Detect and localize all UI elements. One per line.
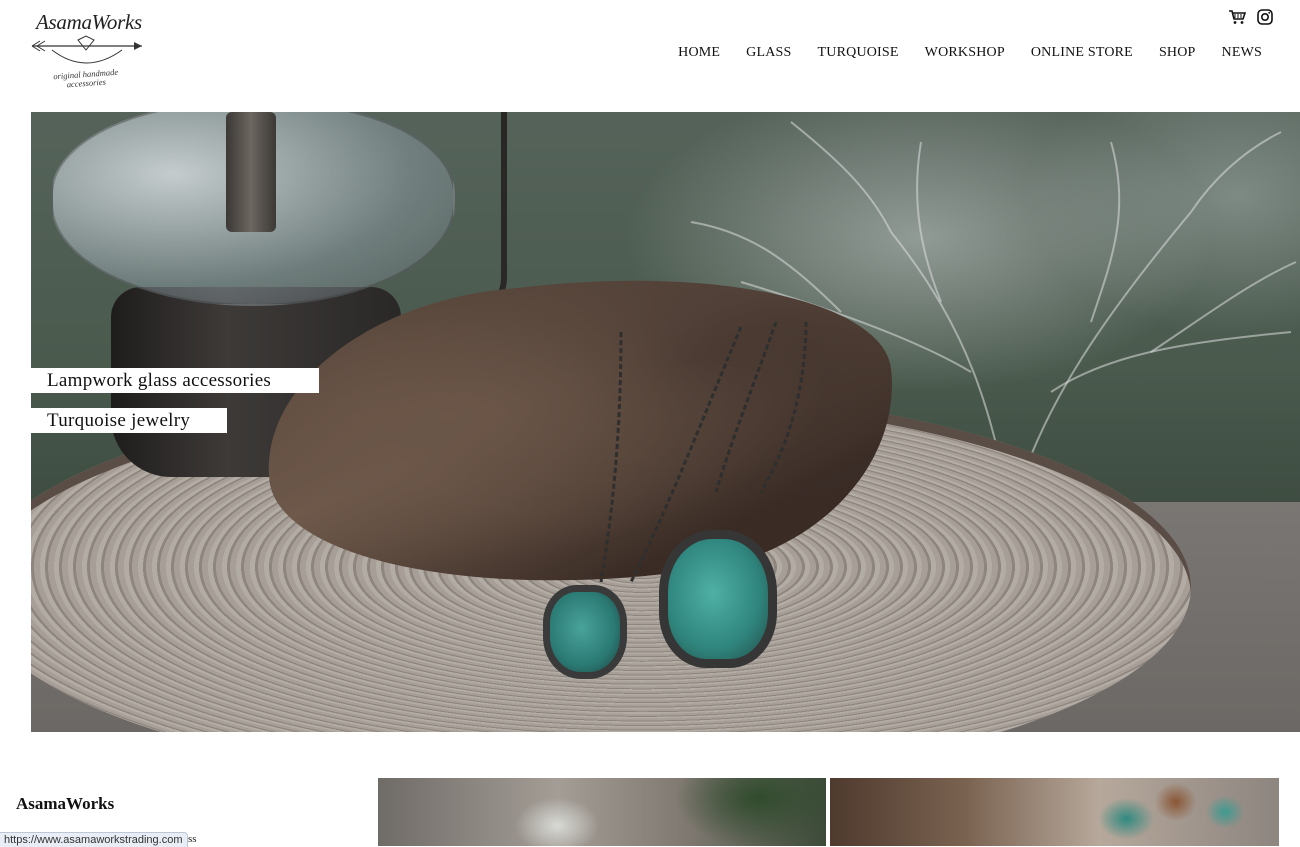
instagram-icon[interactable] (1256, 8, 1274, 26)
section-brand-title: AsamaWorks (16, 794, 115, 813)
logo-wordmark: AsamaWorks (36, 10, 142, 34)
logo-tagline: original handmade accessories (52, 66, 119, 90)
nav-item-glass[interactable]: GLASS (746, 45, 791, 61)
nav-item-home[interactable]: HOME (678, 45, 720, 61)
shopping-cart-icon[interactable] (1228, 8, 1247, 26)
partial-text: ss (188, 833, 197, 845)
main-nav: HOME GLASS TURQUOISE WORKSHOP ONLINE STO… (678, 45, 1262, 61)
nav-item-turquoise[interactable]: TURQUOISE (818, 45, 899, 61)
header-icons (1228, 8, 1274, 26)
glass-thumbnail[interactable] (378, 778, 826, 846)
status-bar-url: https://www.asamaworkstrading.com (0, 832, 188, 847)
caption-lampwork-glass[interactable]: Lampwork glass accessories (31, 368, 319, 393)
caption-turquoise-jewelry[interactable]: Turquoise jewelry (31, 408, 227, 433)
nav-item-news[interactable]: NEWS (1222, 45, 1262, 61)
lamp-chimney (226, 112, 276, 232)
turquoise-thumbnail[interactable] (830, 778, 1279, 846)
nav-item-shop[interactable]: SHOP (1159, 45, 1196, 61)
nav-item-online-store[interactable]: ONLINE STORE (1031, 45, 1133, 61)
turquoise-pendant-large (659, 530, 777, 668)
turquoise-pendant-small (543, 585, 627, 679)
site-logo[interactable]: AsamaWorks original handmade accessories (28, 10, 146, 94)
arrow-ornament-icon (31, 35, 142, 64)
nav-item-workshop[interactable]: WORKSHOP (925, 45, 1005, 61)
